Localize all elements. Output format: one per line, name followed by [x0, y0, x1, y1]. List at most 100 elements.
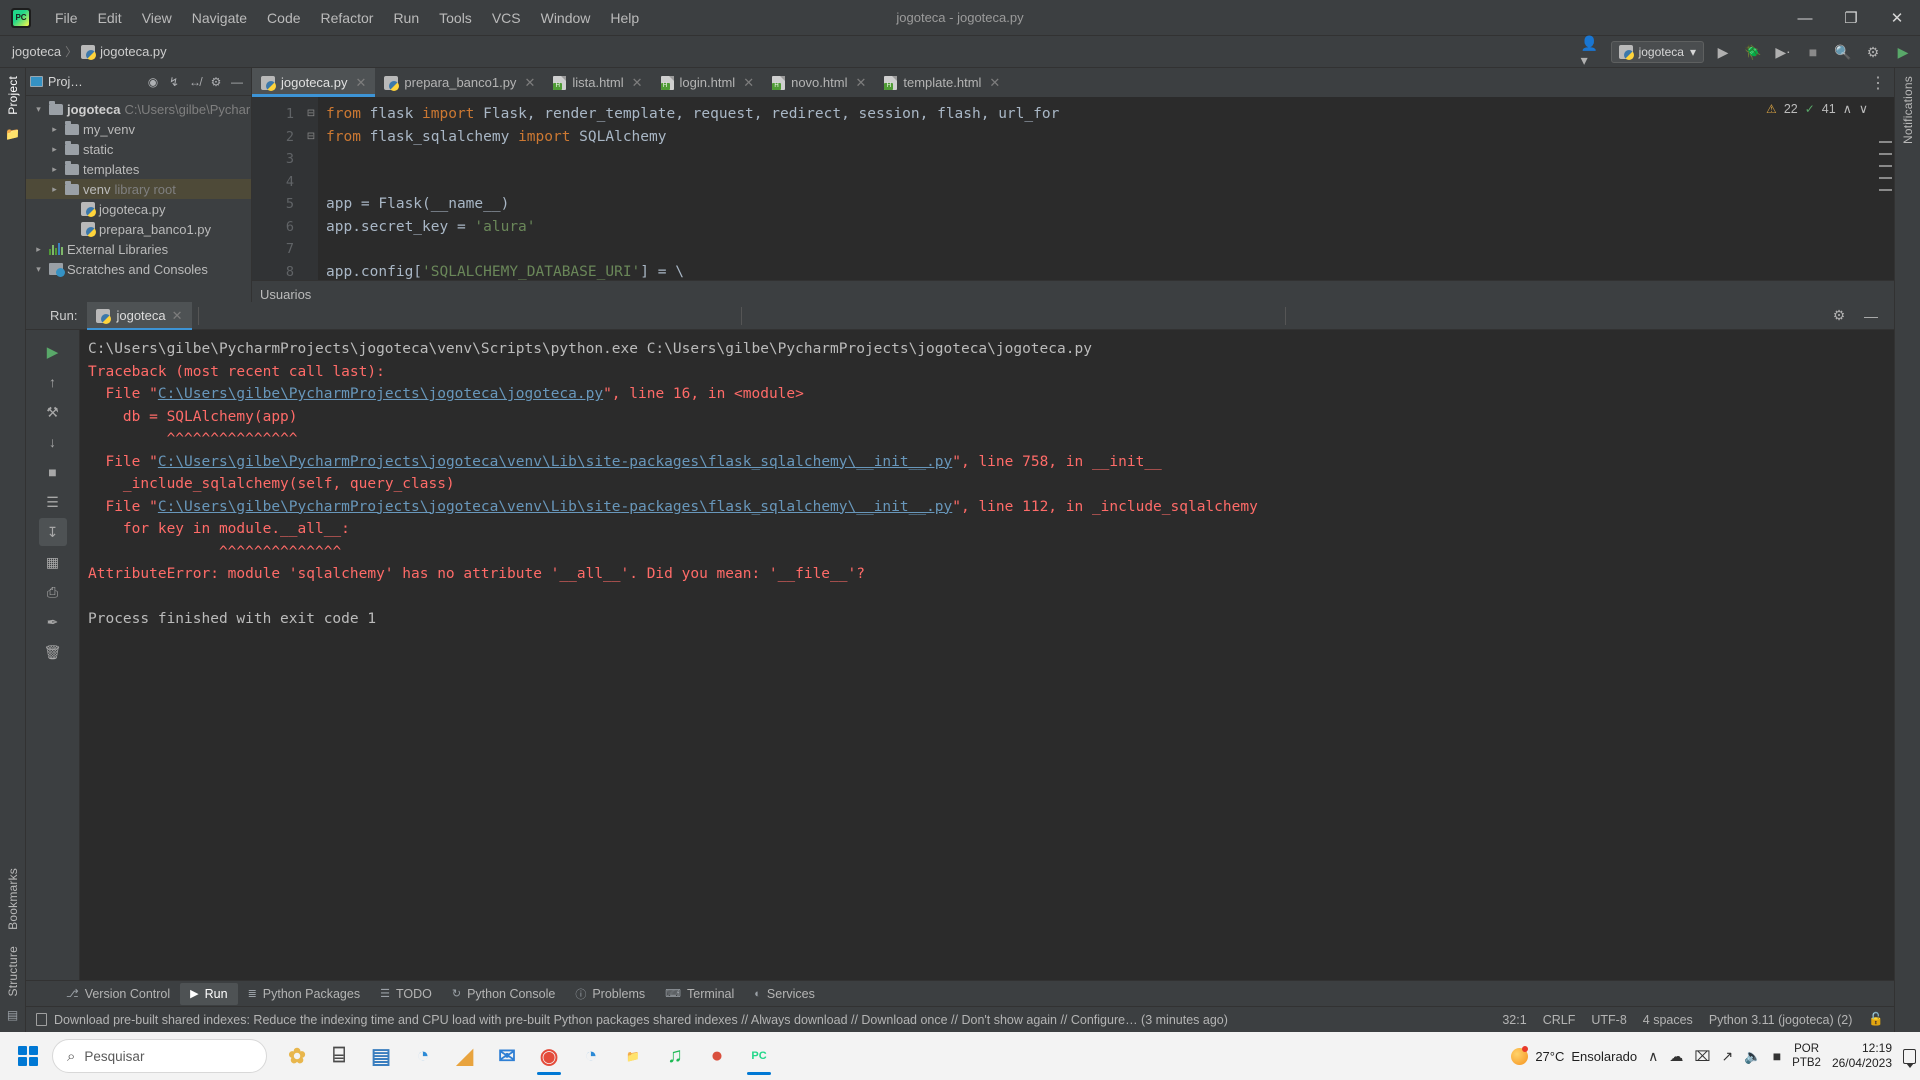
editor-tab-prepara-banco1-py[interactable]: prepara_banco1.py ✕	[375, 68, 544, 97]
folder-icon[interactable]: 📁	[5, 127, 20, 141]
close-tab-icon[interactable]: ✕	[743, 75, 754, 91]
tree-item-jogoteca[interactable]: jogotecaC:\Users\gilbe\Pychar	[26, 99, 251, 119]
breadcrumb-project[interactable]: jogoteca	[12, 44, 61, 59]
close-tab-icon[interactable]: ✕	[855, 75, 866, 91]
rerun-icon[interactable]: ▶	[39, 338, 67, 366]
wrap-text-icon[interactable]: ☰	[39, 488, 67, 516]
taskbar-explorer-icon[interactable]: 📁	[613, 1036, 653, 1076]
trash-icon[interactable]: 🗑	[39, 638, 67, 666]
taskbar-widgets-icon[interactable]: ✿	[277, 1036, 317, 1076]
file-encoding[interactable]: UTF-8	[1591, 1013, 1626, 1027]
tree-toggle-icon[interactable]	[32, 104, 45, 115]
tool-window-python-packages[interactable]: ≣ Python Packages	[238, 983, 371, 1005]
language-indicator[interactable]: POR PTB2	[1792, 1042, 1821, 1070]
close-tab-icon[interactable]: ✕	[989, 75, 1000, 91]
debug-icon[interactable]: 🪲	[1742, 41, 1764, 63]
error-stripe-marks[interactable]	[1879, 141, 1892, 191]
minimize-button[interactable]: —	[1782, 0, 1828, 36]
tree-item-external-libraries[interactable]: External Libraries	[26, 239, 251, 259]
code-editor[interactable]: 12345678 ⊟ ⊟ from flask import Flask, ren…	[252, 97, 1894, 302]
menu-item-window[interactable]: Window	[531, 5, 601, 31]
up-arrow-icon[interactable]: ↑	[39, 368, 67, 396]
close-icon[interactable]: ✕	[172, 308, 183, 324]
locate-icon[interactable]: ◉	[143, 72, 163, 92]
tree-toggle-icon[interactable]	[32, 244, 45, 255]
tool-window-services[interactable]: ◐ Services	[744, 983, 825, 1005]
editor-tab-lista-html[interactable]: lista.html ✕	[544, 68, 651, 97]
chevron-down-icon[interactable]: ∨	[1859, 101, 1868, 116]
taskbar-mail-icon[interactable]: ✉	[487, 1036, 527, 1076]
grid-icon[interactable]: ▦	[39, 548, 67, 576]
strip-project-label[interactable]: Project	[6, 68, 20, 123]
scroll-end-icon[interactable]: ↧	[38, 518, 67, 546]
taskbar-task-view-icon[interactable]: ⌸	[319, 1036, 359, 1076]
tray-chevron-icon[interactable]: ∧	[1648, 1048, 1658, 1065]
status-message[interactable]: Download pre-built shared indexes: Reduc…	[36, 1013, 1228, 1027]
print-icon[interactable]: ⎙	[39, 578, 67, 606]
tool-window-python-console[interactable]: ↻ Python Console	[442, 983, 565, 1005]
close-tab-icon[interactable]: ✕	[524, 75, 535, 91]
tool-window-terminal[interactable]: ⌨ Terminal	[655, 983, 744, 1005]
start-button[interactable]	[6, 1037, 50, 1075]
notification-center-icon[interactable]	[1903, 1048, 1916, 1068]
strip-notifications-label[interactable]: Notifications	[1901, 68, 1915, 152]
wifi-icon[interactable]: ↗	[1722, 1048, 1734, 1065]
battery-icon[interactable]: ■	[1773, 1048, 1781, 1064]
editor-tab-template-html[interactable]: template.html ✕	[875, 68, 1009, 97]
volume-icon[interactable]: 🔈	[1744, 1048, 1761, 1065]
taskbar-meet-icon[interactable]: ●	[697, 1036, 737, 1076]
tree-toggle-icon[interactable]	[32, 264, 45, 275]
taskbar-spotify-icon[interactable]: ♫	[655, 1036, 695, 1076]
file-path-link[interactable]: C:\Users\gilbe\PycharmProjects\jogoteca\…	[158, 454, 952, 470]
wrench-icon[interactable]: ⚒	[39, 398, 67, 426]
source-code[interactable]: from flask import Flask, render_template…	[318, 97, 1894, 302]
stop-icon[interactable]: ■	[1802, 41, 1824, 63]
run-configuration-selector[interactable]: jogoteca ▾	[1610, 41, 1704, 63]
tree-item-templates[interactable]: templates	[26, 159, 251, 179]
project-settings-gear-icon[interactable]: ⚙	[206, 72, 226, 92]
onedrive-cloud-icon[interactable]: ☁	[1669, 1048, 1683, 1065]
tab-overflow-icon[interactable]: ⋮	[1870, 68, 1894, 97]
tree-item-prepara-banco1-py[interactable]: prepara_banco1.py	[26, 219, 251, 239]
close-button[interactable]: ✕	[1874, 0, 1920, 36]
expand-all-icon[interactable]: ↯	[164, 72, 184, 92]
taskbar-edge-dev-icon[interactable]: ◔	[571, 1036, 611, 1076]
menu-item-view[interactable]: View	[132, 5, 182, 31]
close-tab-icon[interactable]: ✕	[356, 75, 367, 91]
project-tree[interactable]: jogotecaC:\Users\gilbe\Pychar my_venvstat…	[26, 96, 251, 279]
file-path-link[interactable]: C:\Users\gilbe\PycharmProjects\jogoteca\…	[158, 499, 952, 515]
coverage-icon[interactable]: ▶⋅	[1772, 41, 1794, 63]
file-path-link[interactable]: C:\Users\gilbe\PycharmProjects\jogoteca\…	[158, 386, 603, 402]
code-folding-gutter[interactable]: ⊟ ⊟	[304, 97, 318, 302]
clock[interactable]: 12:19 26/04/2023	[1832, 1041, 1892, 1071]
tree-item-venv[interactable]: venvlibrary root	[26, 179, 251, 199]
breadcrumb-file[interactable]: jogoteca.py	[81, 44, 167, 60]
lock-icon[interactable]: 🔓	[1868, 1012, 1884, 1027]
line-separator[interactable]: CRLF	[1543, 1013, 1576, 1027]
indent-setting[interactable]: 4 spaces	[1643, 1013, 1693, 1027]
tree-item-my-venv[interactable]: my_venv	[26, 119, 251, 139]
tool-window-todo[interactable]: ☰ TODO	[370, 983, 442, 1005]
settings-gear-icon[interactable]: ⚙	[1862, 41, 1884, 63]
taskbar-pycharm-icon[interactable]: PC	[739, 1036, 779, 1076]
taskbar-store-icon[interactable]: ▤	[361, 1036, 401, 1076]
editor-tab-novo-html[interactable]: novo.html ✕	[763, 68, 875, 97]
run-console-output[interactable]: C:\Users\gilbe\PycharmProjects\jogoteca\…	[80, 330, 1894, 980]
menu-item-navigate[interactable]: Navigate	[182, 5, 257, 31]
run-settings-gear-icon[interactable]: ⚙	[1828, 305, 1850, 327]
menu-item-run[interactable]: Run	[383, 5, 429, 31]
collapse-all-icon[interactable]: ↮	[185, 72, 205, 92]
tree-toggle-icon[interactable]	[48, 164, 61, 175]
editor-breadcrumb-label[interactable]: Usuarios	[260, 287, 311, 302]
taskbar-edge-icon[interactable]: ◔	[403, 1036, 443, 1076]
tree-item-jogoteca-py[interactable]: jogoteca.py	[26, 199, 251, 219]
taskbar-search[interactable]: ⌕ Pesquisar	[52, 1039, 267, 1073]
tree-item-static[interactable]: static	[26, 139, 251, 159]
editor-tab-login-html[interactable]: login.html ✕	[652, 68, 764, 97]
tree-toggle-icon[interactable]	[48, 144, 61, 155]
tree-item-scratches-and-consoles[interactable]: Scratches and Consoles	[26, 259, 251, 279]
tool-window-version-control[interactable]: ⎇ Version Control	[56, 983, 180, 1005]
editor-tab-jogoteca-py[interactable]: jogoteca.py ✕	[252, 68, 376, 97]
tool-window-problems[interactable]: ⓘ Problems	[565, 983, 655, 1005]
run-tab-jogoteca[interactable]: jogoteca ✕	[87, 301, 192, 330]
